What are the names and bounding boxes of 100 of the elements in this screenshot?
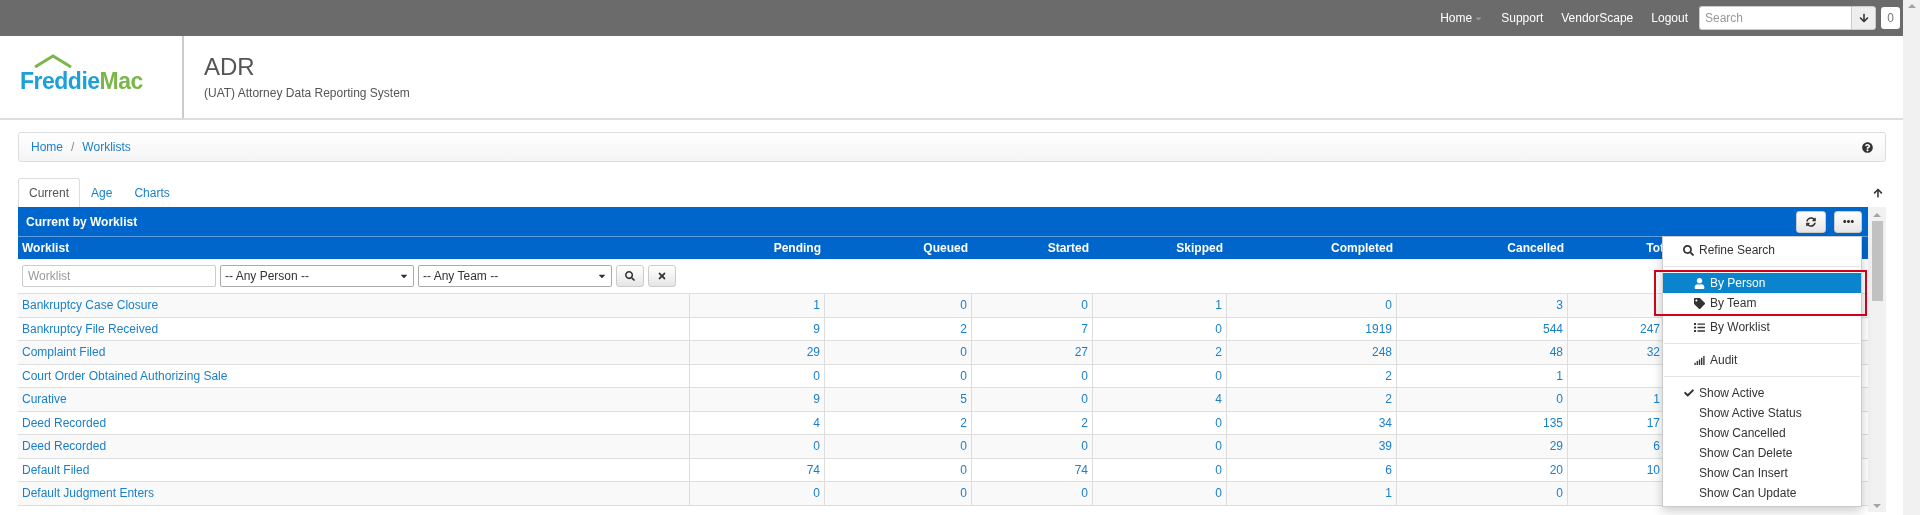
count-link[interactable]: 0 — [813, 439, 820, 454]
count-link[interactable]: 2 — [960, 321, 967, 336]
count-link[interactable]: 0 — [1385, 298, 1392, 313]
count-link[interactable]: 2 — [1385, 392, 1392, 407]
count-link[interactable]: 2 — [960, 415, 967, 430]
worklist-link[interactable]: Default Judgment Enters — [22, 486, 155, 501]
nav-link[interactable]: Logout — [1642, 11, 1697, 25]
clear-button[interactable] — [648, 265, 676, 287]
count-link[interactable]: 2 — [1215, 345, 1222, 360]
count-link[interactable]: 0 — [960, 462, 967, 477]
menu-item[interactable]: By Team — [1663, 293, 1861, 313]
count-link[interactable]: 3 — [1556, 298, 1563, 313]
search-button[interactable] — [616, 265, 644, 287]
worklist-link[interactable]: Complaint Filed — [22, 345, 106, 360]
count-link[interactable]: 0 — [1081, 439, 1088, 454]
worklist-link[interactable]: Court Order Obtained Authorizing Sale — [22, 368, 228, 383]
menu-item[interactable]: By Worklist — [1663, 317, 1861, 337]
count-link[interactable]: 0 — [960, 298, 967, 313]
worklist-link[interactable]: Deed Recorded — [22, 439, 107, 454]
nav-link[interactable]: Support — [1492, 11, 1553, 25]
count-link[interactable]: 0 — [1556, 392, 1563, 407]
count-link[interactable]: 27 — [1074, 345, 1088, 360]
count-link[interactable]: 0 — [1215, 415, 1222, 430]
menu-item[interactable]: Show Active — [1663, 383, 1861, 403]
count-link[interactable]: 0 — [1081, 298, 1088, 313]
count-link[interactable]: 0 — [813, 486, 820, 501]
count-link[interactable]: 0 — [1215, 462, 1222, 477]
count-link[interactable]: 74 — [806, 462, 820, 477]
count-link[interactable]: 0 — [1215, 321, 1222, 336]
menu-item[interactable]: Show Can Delete — [1663, 443, 1861, 463]
nav-link[interactable]: VendorScape — [1552, 11, 1643, 25]
team-select[interactable]: -- Any Team -- — [418, 265, 612, 287]
count-link[interactable]: 10 — [1568, 462, 1660, 477]
count-link[interactable]: 9 — [813, 392, 820, 407]
menu-item[interactable]: Show Can Update — [1663, 483, 1861, 503]
count-link[interactable]: 5 — [960, 392, 967, 407]
count-link[interactable]: 1 — [1556, 368, 1563, 383]
page-scrollbar[interactable] — [1903, 0, 1920, 515]
worklist-link[interactable]: Bankruptcy Case Closure — [22, 298, 159, 313]
count-link[interactable]: 0 — [1215, 368, 1222, 383]
count-link[interactable]: 0 — [1081, 368, 1088, 383]
count-link[interactable]: 0 — [813, 368, 820, 383]
count-link[interactable]: 1 — [813, 298, 820, 313]
count-link[interactable]: 1919 — [1365, 321, 1392, 336]
menu-item[interactable]: Show Can Insert — [1663, 463, 1861, 483]
help-icon[interactable] — [1862, 141, 1873, 153]
count-link[interactable]: 0 — [1215, 486, 1222, 501]
menu-item[interactable]: By Person — [1663, 273, 1861, 293]
count-link[interactable]: 1 — [1385, 486, 1392, 501]
count-link[interactable]: 2 — [1081, 415, 1088, 430]
count-link[interactable]: 48 — [1549, 345, 1563, 360]
count-link[interactable]: 544 — [1542, 321, 1563, 336]
count-link[interactable]: 1 — [1568, 392, 1660, 407]
person-select[interactable]: -- Any Person -- — [220, 265, 414, 287]
count-link[interactable]: 4 — [813, 415, 820, 430]
worklist-field[interactable]: Worklist — [22, 265, 216, 287]
count-link[interactable]: 0 — [960, 439, 967, 454]
count-link[interactable]: 0 — [1081, 486, 1088, 501]
count-link[interactable]: 0 — [1215, 439, 1222, 454]
count-link[interactable]: 17 — [1568, 415, 1660, 430]
menu-item[interactable]: Show Cancelled — [1663, 423, 1861, 443]
count-link[interactable]: 0 — [1556, 486, 1563, 501]
arrow-up-icon[interactable] — [1873, 187, 1883, 198]
worklist-link[interactable]: Deed Recorded — [22, 415, 107, 430]
count-link[interactable]: 34 — [1378, 415, 1392, 430]
menu-item[interactable]: Refine Search — [1663, 240, 1861, 260]
refresh-button[interactable] — [1796, 210, 1826, 233]
count-link[interactable]: 32 — [1568, 345, 1660, 360]
worklist-link[interactable]: Bankruptcy File Received — [22, 321, 159, 336]
count-link[interactable]: 9 — [813, 321, 820, 336]
count-link[interactable]: 135 — [1542, 415, 1563, 430]
download-button[interactable] — [1851, 6, 1876, 30]
worklist-link[interactable]: Curative — [22, 392, 67, 407]
count-link[interactable]: 0 — [960, 486, 967, 501]
menu-item[interactable]: Audit — [1663, 350, 1861, 370]
search-field[interactable]: Search — [1699, 6, 1851, 30]
menu-item[interactable]: Show Active Status — [1663, 403, 1861, 423]
count-link[interactable]: 0 — [960, 345, 967, 360]
count-link[interactable]: 0 — [960, 368, 967, 383]
count-link[interactable]: 20 — [1549, 462, 1563, 477]
count-link[interactable]: 6 — [1385, 462, 1392, 477]
more-button[interactable] — [1834, 210, 1862, 233]
count-link[interactable]: 39 — [1378, 439, 1392, 454]
count-link[interactable]: 247 — [1568, 321, 1660, 336]
count-link[interactable]: 4 — [1215, 392, 1222, 407]
count-link[interactable]: 1 — [1215, 298, 1222, 313]
scrollbar[interactable] — [1868, 207, 1886, 512]
count-link[interactable]: 7 — [1081, 321, 1088, 336]
nav-link[interactable]: Home — [1431, 11, 1493, 25]
count-link[interactable]: 2 — [1385, 368, 1392, 383]
count-link[interactable]: 6 — [1568, 439, 1660, 454]
count-link[interactable]: 0 — [1081, 392, 1088, 407]
tab[interactable]: Current — [18, 178, 80, 207]
count-link[interactable]: 29 — [1549, 439, 1563, 454]
count-link[interactable]: 29 — [806, 345, 820, 360]
count-link[interactable]: 248 — [1371, 345, 1392, 360]
count-link[interactable]: 74 — [1074, 462, 1088, 477]
breadcrumb-link[interactable]: Worklists — [82, 140, 131, 154]
breadcrumb-link[interactable]: Home — [31, 140, 63, 154]
worklist-link[interactable]: Default Filed — [22, 462, 90, 477]
